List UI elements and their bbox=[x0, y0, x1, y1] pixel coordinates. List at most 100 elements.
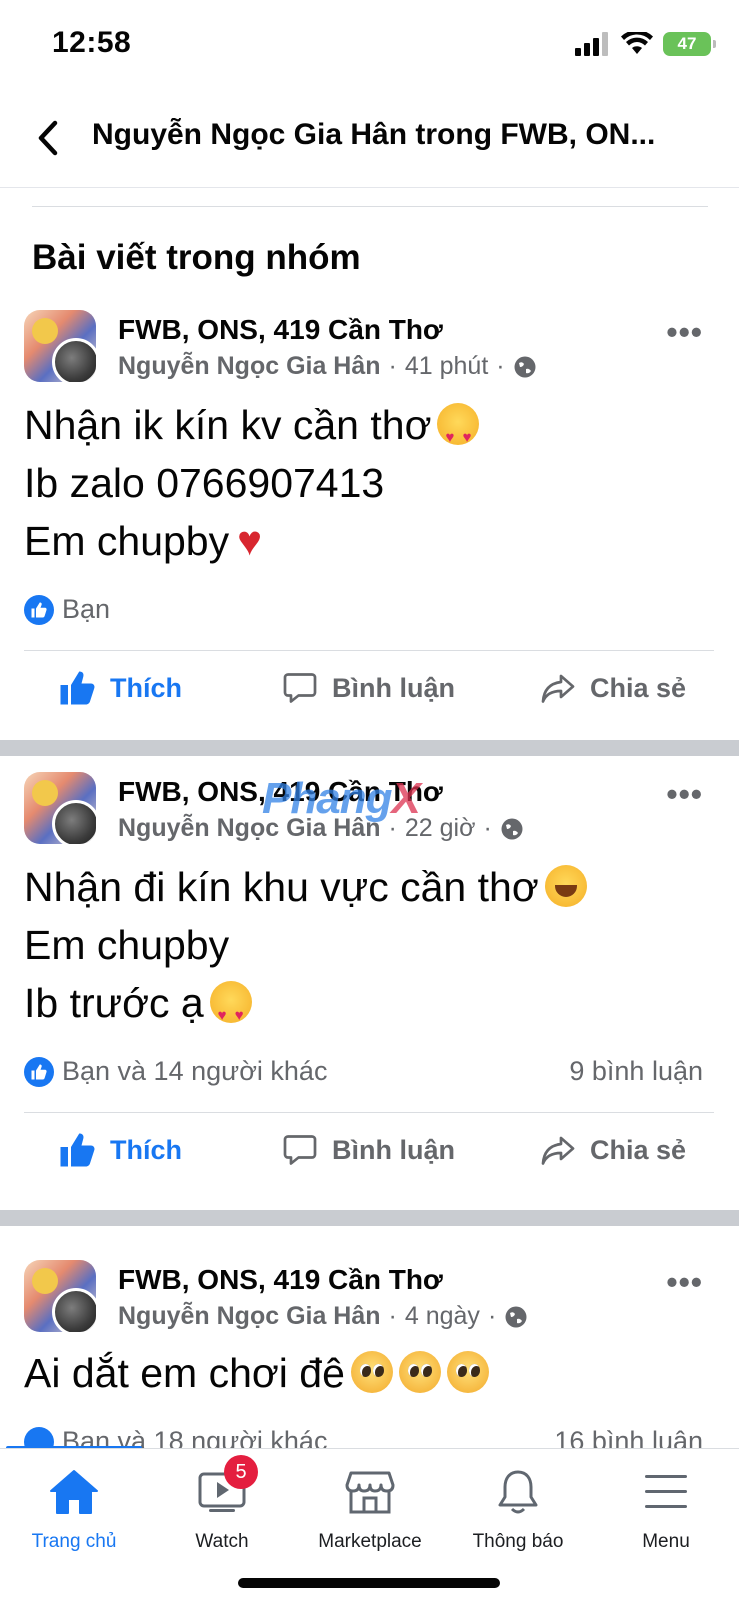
post-line: Ib zalo 0766907413 bbox=[24, 460, 385, 506]
comments-count[interactable]: 16 bình luận bbox=[554, 1426, 703, 1448]
chevron-left-icon bbox=[38, 120, 58, 156]
bell-icon bbox=[490, 1467, 546, 1517]
battery-level: 47 bbox=[677, 34, 697, 53]
group-name[interactable]: FWB, ONS, 419 Cần Thơ bbox=[118, 1264, 443, 1296]
author-name[interactable]: Nguyễn Ngọc Gia Hân bbox=[118, 352, 381, 381]
post-meta: Nguyễn Ngọc Gia Hân · 4 ngày · bbox=[118, 1302, 528, 1331]
thumbs-up-icon bbox=[60, 671, 95, 705]
reaction-summary[interactable]: Bạn bbox=[24, 594, 110, 625]
meta-dot: · bbox=[487, 1302, 497, 1330]
post-line: Em chupby bbox=[24, 922, 230, 968]
post-text: Ai dắt em chơi đê bbox=[24, 1344, 489, 1402]
post-separator bbox=[0, 740, 739, 756]
top-bar: Nguyễn Ngọc Gia Hân trong FWB, ON... bbox=[0, 98, 739, 188]
post-line: Nhận ik kín kv cần thơ bbox=[24, 396, 480, 467]
section-title: Bài viết trong nhóm bbox=[32, 238, 361, 277]
tab-label: Trang chủ bbox=[31, 1531, 117, 1552]
pleading-face-emoji bbox=[350, 1351, 393, 1393]
like-reaction-icon bbox=[24, 1056, 54, 1087]
avatar-sticker bbox=[32, 780, 58, 806]
group-avatar[interactable] bbox=[24, 310, 96, 382]
tab-label: Thông báo bbox=[472, 1531, 564, 1552]
like-button[interactable]: Thích bbox=[58, 670, 182, 706]
tab-menu[interactable]: Menu bbox=[592, 1467, 739, 1553]
author-avatar[interactable] bbox=[52, 800, 96, 844]
pleading-face-emoji bbox=[398, 1351, 441, 1393]
share-label: Chia sẻ bbox=[590, 1134, 687, 1165]
post-separator bbox=[0, 1210, 739, 1226]
tab-marketplace[interactable]: Marketplace bbox=[296, 1467, 444, 1553]
group-name[interactable]: FWB, ONS, 419 Cần Thơ bbox=[118, 314, 443, 346]
meta-dot: · bbox=[388, 352, 397, 380]
post-card: FWB, ONS, 419 Cần Thơ Nguyễn Ngọc Gia Hâ… bbox=[0, 1244, 739, 1448]
tab-label: Watch bbox=[195, 1531, 249, 1552]
home-icon bbox=[46, 1467, 102, 1517]
share-label: Chia sẻ bbox=[590, 672, 687, 703]
globe-icon bbox=[505, 1306, 527, 1327]
page-title: Nguyễn Ngọc Gia Hân trong FWB, ON... bbox=[92, 118, 656, 151]
post-time[interactable]: 41 phút bbox=[405, 352, 488, 381]
post-card: FWB, ONS, 419 Cần Thơ Nguyễn Ngọc Gia Hâ… bbox=[0, 310, 739, 730]
comment-label: Bình luận bbox=[332, 1134, 455, 1165]
avatar-sticker bbox=[32, 318, 58, 344]
heart-eyes-cat-emoji bbox=[437, 403, 480, 467]
watermark: PhangX bbox=[262, 774, 421, 823]
battery-icon: 47 bbox=[663, 32, 716, 56]
watch-icon: 5 bbox=[194, 1455, 258, 1517]
like-button[interactable]: Thích bbox=[58, 1132, 182, 1168]
share-icon bbox=[541, 674, 575, 703]
reaction-text: Bạn và 14 người khác bbox=[62, 1056, 328, 1086]
pleading-face-emoji bbox=[446, 1351, 489, 1393]
tab-label: Menu bbox=[642, 1531, 690, 1552]
comment-button[interactable]: Bình luận bbox=[282, 1132, 455, 1168]
notification-badge: 5 bbox=[224, 1455, 258, 1489]
wifi-icon bbox=[621, 32, 653, 54]
avatar-sticker bbox=[32, 1268, 58, 1294]
status-time: 12:58 bbox=[52, 26, 132, 59]
post-line: Ib trước ạ bbox=[24, 974, 587, 1045]
post-line: Ai dắt em chơi đê bbox=[24, 1344, 489, 1402]
post-text: Nhận ik kín kv cần thơ Ib zalo 076690741… bbox=[24, 396, 480, 570]
heart-emoji: ♥ bbox=[237, 517, 263, 564]
action-divider bbox=[24, 1112, 714, 1113]
menu-icon bbox=[638, 1467, 694, 1517]
comments-count[interactable]: 9 bình luận bbox=[569, 1056, 703, 1087]
thumbs-up-icon bbox=[60, 1133, 95, 1167]
tab-watch[interactable]: 5 Watch bbox=[148, 1455, 296, 1553]
tab-label: Marketplace bbox=[318, 1531, 422, 1552]
reaction-summary[interactable]: Bạn và 18 người khác bbox=[24, 1426, 327, 1448]
more-options-button[interactable]: ••• bbox=[666, 776, 703, 813]
share-button[interactable]: Chia sẻ bbox=[540, 1132, 686, 1168]
group-avatar[interactable] bbox=[24, 772, 96, 844]
divider bbox=[32, 206, 708, 207]
tab-home[interactable]: Trang chủ bbox=[0, 1467, 148, 1553]
comment-button[interactable]: Bình luận bbox=[282, 670, 455, 706]
post-actions: Thích Bình luận Chia sẻ bbox=[0, 658, 739, 718]
reaction-summary[interactable]: Bạn và 14 người khác bbox=[24, 1056, 327, 1087]
back-button[interactable] bbox=[28, 116, 68, 160]
status-bar: 12:58 47 bbox=[0, 0, 739, 90]
globe-icon bbox=[514, 356, 536, 377]
meta-dot: · bbox=[496, 352, 505, 380]
author-name[interactable]: Nguyễn Ngọc Gia Hân bbox=[118, 1302, 381, 1331]
tab-notifications[interactable]: Thông báo bbox=[444, 1467, 592, 1553]
post-actions: Thích Bình luận Chia sẻ bbox=[0, 1120, 739, 1180]
post-card: FWB, ONS, 419 Cần Thơ Nguyễn Ngọc Gia Hâ… bbox=[0, 772, 739, 1208]
grinning-squinting-emoji bbox=[544, 865, 587, 907]
comment-icon bbox=[283, 673, 317, 703]
like-reaction-icon bbox=[24, 594, 54, 625]
like-label: Thích bbox=[110, 1134, 182, 1165]
more-options-button[interactable]: ••• bbox=[666, 314, 703, 351]
author-avatar[interactable] bbox=[52, 338, 96, 382]
post-time[interactable]: 4 ngày bbox=[405, 1302, 480, 1331]
group-avatar[interactable] bbox=[24, 1260, 96, 1332]
more-options-button[interactable]: ••• bbox=[666, 1264, 703, 1301]
share-button[interactable]: Chia sẻ bbox=[540, 670, 686, 706]
post-text: Nhận đi kín khu vực cần thơ Em chupby Ib… bbox=[24, 858, 587, 1045]
share-icon bbox=[541, 1136, 575, 1165]
meta-dot: · bbox=[483, 814, 492, 842]
author-avatar[interactable] bbox=[52, 1288, 96, 1332]
home-indicator bbox=[238, 1578, 500, 1588]
action-divider bbox=[24, 650, 714, 651]
heart-eyes-cat-emoji bbox=[209, 981, 252, 1045]
